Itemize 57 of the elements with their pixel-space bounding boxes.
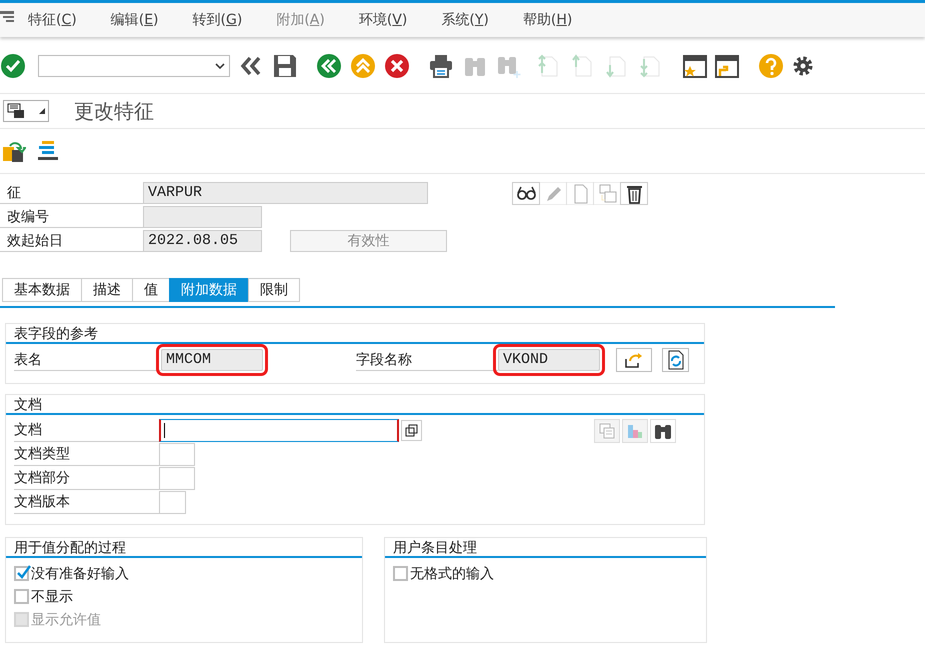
group-title: 用户条目处理 [385,538,706,558]
input-field[interactable] [159,491,186,514]
checkbox-label: 不显示 [31,588,73,606]
hierarchy-icon[interactable] [36,139,60,163]
toolbar-button[interactable] [512,182,540,205]
tab[interactable]: 限制 [248,278,300,302]
navigate-button[interactable] [616,348,652,372]
tab[interactable]: 附加数据 [169,278,249,302]
input-field[interactable] [159,419,399,442]
checkbox-label: 没有准备好输入 [31,564,129,582]
checkbox[interactable] [393,566,408,581]
windows-icon [405,424,418,437]
menu-item[interactable]: 编辑(E) [110,11,159,29]
input-field[interactable]: VARPUR [143,182,428,204]
menu-item[interactable]: 帮助(H) [522,11,572,29]
screen-select-icon [7,103,27,119]
document-icon [598,422,616,440]
save-icon[interactable] [272,53,298,79]
transfer-icon[interactable] [2,139,26,163]
menu-item[interactable]: 特征(C) [28,11,77,29]
expand-button[interactable] [401,420,422,441]
input-field[interactable] [159,467,195,490]
menu-item[interactable]: 环境(V) [358,11,408,29]
exit-icon[interactable] [350,53,376,79]
enter-icon[interactable] [0,53,26,79]
print-icon[interactable] [428,53,454,79]
group-title: 用于值分配的过程 [6,538,362,558]
command-field[interactable] [38,55,230,77]
cancel-icon[interactable] [384,53,410,79]
arrow-box-icon [624,351,644,369]
tab[interactable]: 描述 [81,278,133,302]
menu-item[interactable]: 转到(G) [192,11,242,29]
checkbox-label: 显示允许值 [31,610,101,628]
refresh-button[interactable] [662,348,689,372]
refresh-page-icon [666,350,684,370]
tab[interactable]: 值 [132,278,170,302]
help-icon[interactable] [758,53,784,79]
checkbox[interactable] [14,589,29,604]
checkbox[interactable] [14,566,29,581]
copy-icon [596,183,618,204]
toolbar-button[interactable] [620,182,648,205]
toolbar-button[interactable] [650,418,676,442]
selection-button[interactable] [3,100,49,122]
menu-item[interactable]: 系统(Y) [441,11,489,29]
group-title: 文档 [6,395,704,415]
input-field[interactable] [159,443,195,466]
input-field[interactable] [143,206,262,228]
corner-triangle-icon [39,108,45,114]
menu-icon[interactable] [0,10,14,24]
shortcut-window-icon[interactable] [714,53,740,79]
back-icon[interactable] [316,53,342,79]
new-window-icon[interactable] [682,53,708,79]
screen-title: 更改特征 [74,98,154,124]
dropdown-caret-icon [215,63,225,69]
checkbox-label: 无格式的输入 [410,564,494,582]
tab[interactable]: 基本数据 [2,278,82,302]
input-field[interactable]: 2022.08.05 [143,230,262,252]
